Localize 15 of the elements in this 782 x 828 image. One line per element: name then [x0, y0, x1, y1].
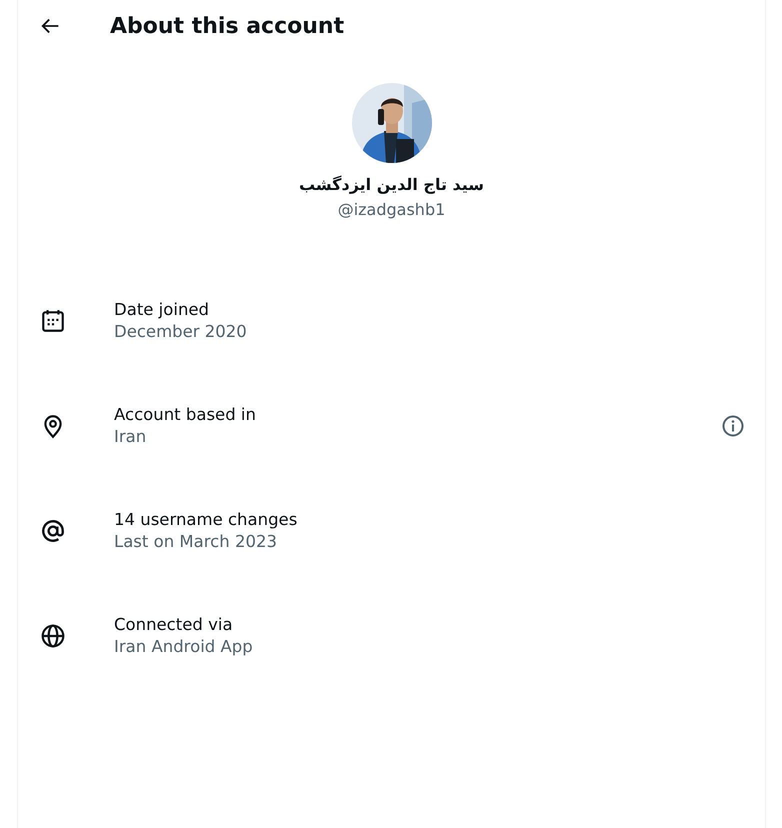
item-value: Last on March 2023	[114, 532, 278, 551]
item-value: Iran Android App	[114, 637, 254, 656]
display-name: سید تاج الدین ایزدگشب	[298, 175, 484, 194]
info-icon[interactable]	[721, 414, 745, 438]
item-label: Connected via	[114, 615, 234, 634]
calendar-icon	[40, 308, 66, 334]
globe-icon	[40, 622, 66, 648]
item-value: December 2020	[114, 322, 248, 341]
item-label: Account based in	[114, 405, 257, 424]
at-sign-icon	[40, 518, 66, 544]
username: @izadgashb1	[338, 200, 446, 219]
item-label: 14 username changes	[114, 510, 298, 529]
item-label: Date joined	[114, 300, 210, 319]
item-value: Iran	[114, 427, 148, 446]
page-title: About this account	[110, 14, 344, 38]
